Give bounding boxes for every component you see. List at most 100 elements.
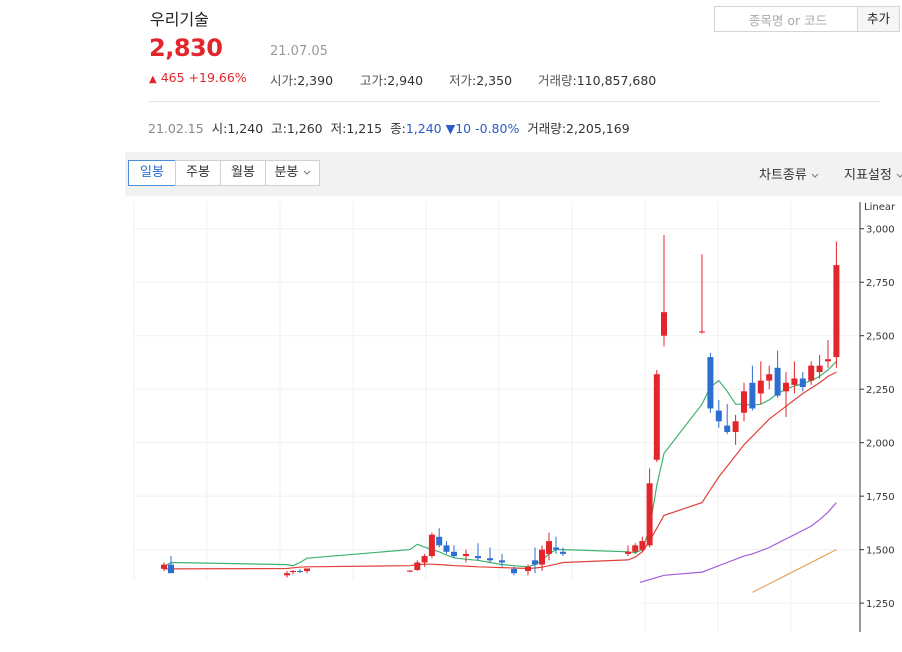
up-arrow-icon: ▲ xyxy=(149,74,157,85)
tab-minute-label: 분봉 xyxy=(274,165,299,180)
candle-body xyxy=(639,541,646,550)
moving-average-lines xyxy=(163,360,837,593)
candle-body xyxy=(799,378,806,388)
candle-body xyxy=(553,547,559,550)
y-tick-label: 2,750 xyxy=(866,278,895,289)
y-tick-label: 3,000 xyxy=(866,225,895,236)
candle-body xyxy=(499,560,505,563)
candle-body xyxy=(304,568,310,572)
tab-monthly[interactable]: 월봉 xyxy=(220,160,266,186)
candle-body xyxy=(532,560,538,565)
candle-body xyxy=(168,564,174,574)
hover-candle-info: 21.02.15 시:1,240 고:1,260 저:1,215 종:1,240… xyxy=(148,121,630,136)
add-button[interactable]: 추가 xyxy=(858,6,900,32)
chart-type-label: 차트종류 xyxy=(759,168,807,183)
hover-volume: 2,205,169 xyxy=(566,121,630,136)
candle-body xyxy=(511,568,517,574)
candle-body xyxy=(661,312,667,336)
candle-body xyxy=(808,365,815,381)
stock-name: 우리기술 xyxy=(150,10,209,29)
candle-body xyxy=(451,551,457,557)
change-percent: +19.66% xyxy=(188,70,247,85)
candle-body xyxy=(546,541,552,554)
hover-date: 21.02.15 xyxy=(148,121,204,136)
ma120-line xyxy=(752,549,837,593)
candle-body xyxy=(297,571,303,573)
candle-body xyxy=(428,534,435,557)
chevron-down-icon xyxy=(896,173,902,178)
candle-body xyxy=(816,365,823,373)
candle-body xyxy=(487,558,493,561)
candle-body xyxy=(625,551,631,554)
candle-body xyxy=(161,564,167,569)
chevron-down-icon xyxy=(303,170,310,175)
hover-close: 1,240 xyxy=(405,121,442,136)
candle-body xyxy=(825,359,831,362)
search-box xyxy=(714,6,858,32)
y-tick-label: 1,750 xyxy=(866,492,895,503)
chart-type-button[interactable]: 차트종류 xyxy=(759,164,819,183)
candle-body xyxy=(791,378,798,385)
y-tick-label: 1,500 xyxy=(866,546,895,557)
y-tick-label: 2,500 xyxy=(866,332,895,343)
scale-label: Linear xyxy=(864,202,896,213)
candle-body xyxy=(646,483,653,546)
candle-body xyxy=(290,571,296,573)
candle-body xyxy=(463,553,469,557)
ma20-line xyxy=(164,371,837,570)
candle-body xyxy=(653,374,660,460)
price-change: ▲ 465 +19.66% xyxy=(149,70,247,85)
candle-body xyxy=(766,374,773,381)
candle-body xyxy=(436,536,443,546)
candle-body xyxy=(732,421,739,432)
candle-body xyxy=(749,382,756,409)
candle-body xyxy=(632,545,639,552)
candle-body xyxy=(284,573,290,576)
low-price: 저가:2,350 xyxy=(449,73,513,88)
indicator-settings-label: 지표설정 xyxy=(844,168,892,183)
tab-minute[interactable]: 분봉 xyxy=(265,160,320,186)
candle-body xyxy=(443,545,450,552)
hover-high: 1,260 xyxy=(286,121,323,136)
down-arrow-icon: ▼ xyxy=(445,121,456,136)
hover-open: 1,240 xyxy=(227,121,264,136)
hover-change-percent: -0.80% xyxy=(475,121,520,136)
candle-body xyxy=(833,265,840,358)
candle-body xyxy=(407,570,413,572)
tab-weekly[interactable]: 주봉 xyxy=(175,160,221,186)
candlestick-chart[interactable]: Linear 3,000 2,750 2,500 2,250 2,000 1,750 1,5… xyxy=(0,196,902,652)
y-tick-label: 2,000 xyxy=(866,439,895,450)
high-price: 고가:2,940 xyxy=(360,73,424,88)
candle-body xyxy=(783,382,789,392)
candle-body xyxy=(414,562,421,570)
candle-body xyxy=(741,391,747,413)
chevron-down-icon xyxy=(811,173,819,178)
y-axis-ticks: 3,000 2,750 2,500 2,250 2,000 1,750 1,500 1,250 xyxy=(860,225,895,610)
candle-body xyxy=(774,367,781,396)
y-tick-label: 1,250 xyxy=(866,599,895,610)
candle-body xyxy=(707,357,714,409)
search-input[interactable] xyxy=(721,8,855,32)
ma60-line xyxy=(548,502,837,593)
y-tick-label: 2,250 xyxy=(866,385,895,396)
divider xyxy=(149,101,880,102)
candles xyxy=(161,235,840,578)
candle-body xyxy=(525,566,531,572)
candle-body xyxy=(715,410,722,422)
candle-body xyxy=(539,549,545,565)
price-date: 21.07.05 xyxy=(270,44,328,59)
chart-occlusion xyxy=(0,580,640,652)
candle-body xyxy=(757,380,764,394)
candle-body xyxy=(475,556,481,559)
tab-daily[interactable]: 일봉 xyxy=(128,160,176,186)
hover-low: 1,215 xyxy=(346,121,383,136)
hover-change: 10 xyxy=(455,121,472,136)
candle-body xyxy=(421,556,428,563)
current-price: 2,830 xyxy=(149,34,223,62)
ma5-line xyxy=(163,360,837,568)
chart-toolbar: 일봉 주봉 월봉 분봉 차트종류 지표설정 xyxy=(125,152,902,196)
indicator-settings-button[interactable]: 지표설정 xyxy=(844,164,902,183)
open-price: 시가:2,390 xyxy=(270,73,334,88)
volume: 거래량:110,857,680 xyxy=(538,73,657,88)
candle-body xyxy=(560,551,566,554)
